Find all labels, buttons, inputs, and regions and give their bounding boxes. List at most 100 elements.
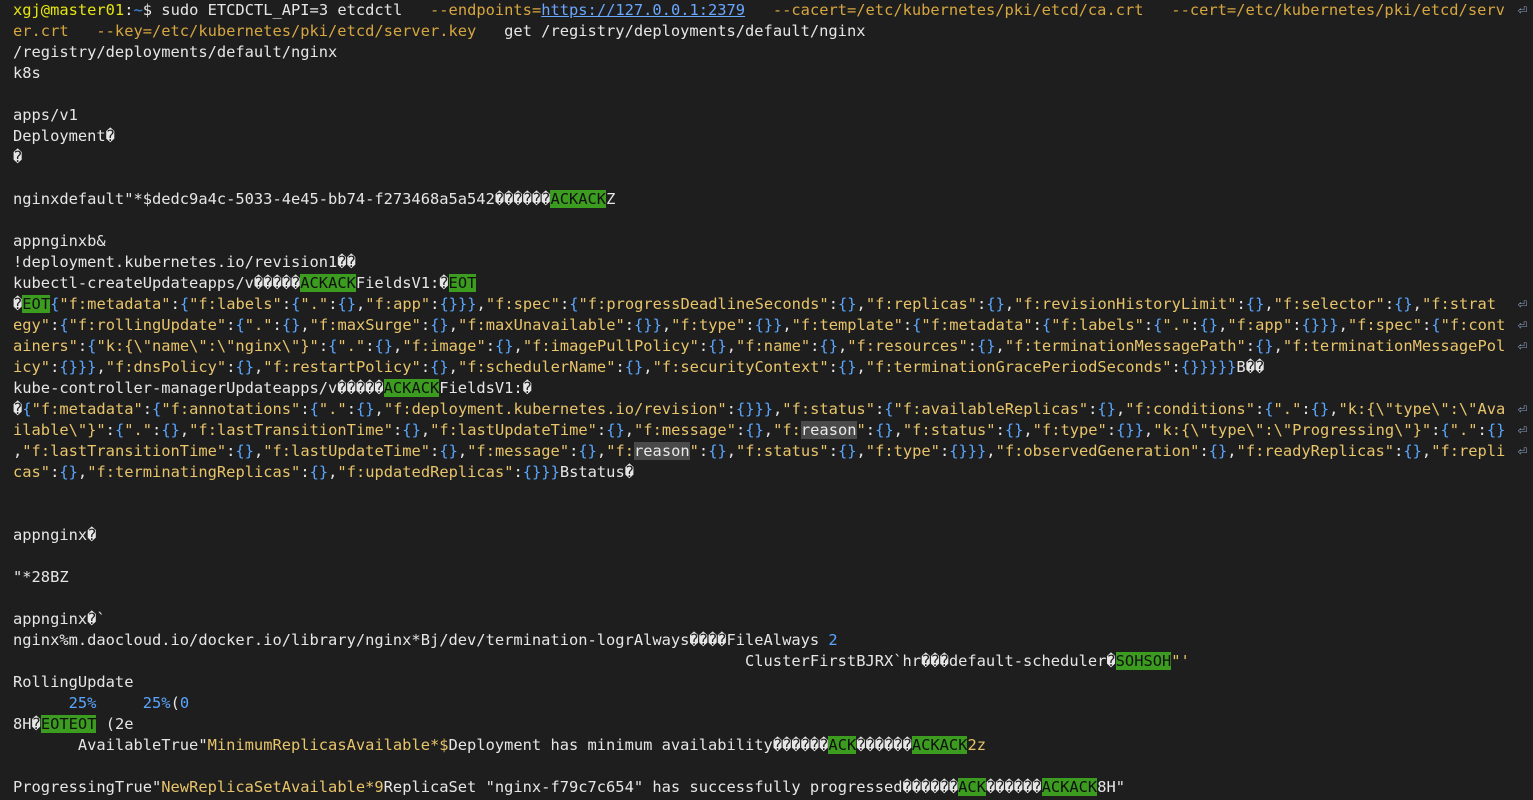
terminal-text: "." [1162,316,1191,334]
terminal-text: {}}} [949,442,987,460]
terminal-line: �{"f:metadata":{"f:annotations":{".":{},… [13,399,1533,420]
terminal-text: apps/v1 [13,106,78,124]
terminal-text: : [995,421,1005,439]
terminal-line: !deployment.kubernetes.io/revision1�� [13,252,1533,273]
terminal-text: {} [1004,421,1024,439]
terminal-text: : [346,400,356,418]
terminal-text: "f:labels" [1051,316,1144,334]
terminal-text: {} [1310,400,1330,418]
control-char-badge: ACK [828,736,857,754]
terminal-text: "f:strat [1421,295,1497,313]
terminal-line: Deployment� [13,126,1533,147]
terminal-output[interactable]: xgj@master01: ~$ sudo ETCDCTL_API=3 etcdc… [0,0,1533,800]
terminal-text: "." [1449,421,1478,439]
terminal-line: "*28BZ [13,567,1533,588]
terminal-text: , [1023,421,1033,439]
terminal-text: AvailableTrue" [13,736,208,754]
terminal-text: "." [318,400,347,418]
terminal-text: { [1264,400,1274,418]
terminal-text: 25% [68,694,97,712]
terminal-text: {} [1394,295,1413,313]
terminal-text: {}}} [59,358,97,376]
terminal-line: appnginx� [13,525,1533,546]
terminal-text: , [856,358,866,376]
terminal-text: , [300,316,310,334]
terminal-text: {} [837,295,857,313]
terminal-text: , [179,421,190,439]
terminal-text: , [77,463,88,481]
terminal-line: cas":{},"f:terminatingReplicas":{},"f:up… [13,462,1533,483]
terminal-text: : [1477,421,1487,439]
terminal-text: {}} [1116,421,1144,439]
terminal-text: 2 [828,631,838,649]
terminal-text: {}}}}} [1180,358,1237,376]
terminal-text: {} [578,442,597,460]
terminal-text: { [569,295,579,313]
terminal-line: ilable\"}":{".":{},"f:lastTransitionTime… [13,420,1533,441]
terminal-text: $ sudo ETCDCTL_API=3 etcdctl [142,1,431,19]
terminal-text: --endpoints= [430,1,542,19]
terminal-text: "f:message" [467,442,570,460]
terminal-line: ainers":{"k:{\"name\":\"nginx\"}":{".":{… [13,336,1533,357]
terminal-text: "f:revisionHistoryLimit" [1014,295,1237,313]
terminal-text: (2e [96,715,134,733]
terminal-text: "*28BZ [13,568,69,586]
terminal-text: {}} [634,316,662,334]
terminal-text: {} [1208,442,1228,460]
terminal-text: ilable\"}" [13,421,106,439]
terminal-text: "f:spec" [1347,316,1422,334]
terminal-text: : [1245,337,1256,355]
control-char-badge: EOT [68,715,97,733]
control-char-badge: ACK [383,379,412,397]
terminal-text: : [1236,295,1246,313]
terminal-line: egy":{"f:rollingUpdate":{".":{},"f:maxSu… [13,315,1533,336]
terminal-text: "f:app" [365,295,431,313]
terminal-text: , [643,358,653,376]
terminal-text: , [1004,295,1015,313]
terminal-text: icy" [13,358,51,376]
terminal-text: "f:type" [1032,421,1107,439]
terminal-text: "f:availableReplicas" [893,400,1089,418]
terminal-text: ClusterFirstBJRX`hr���default-scheduler� [13,652,1116,670]
terminal-text: {} [624,358,644,376]
terminal-text: , [726,337,736,355]
terminal-text[interactable]: https://127.0.0.1:2379 [541,1,745,19]
search-highlight: reason [800,421,857,439]
terminal-text: {} [281,316,301,334]
terminal-line: kube-controller-managerUpdateapps/v�����… [13,378,1533,399]
terminal-text: "f:observedGeneration" [995,442,1200,460]
terminal-text: ~ [133,1,143,19]
terminal-text: : [77,337,88,355]
terminal-text: , [782,316,792,334]
terminal-text: {}} [754,316,783,334]
terminal-text: , [763,421,774,439]
terminal-text: ������ [856,736,912,754]
terminal-text: Bstatus� [559,463,634,481]
terminal-text: , [1338,316,1348,334]
terminal-text: B�� [1236,358,1265,376]
terminal-text: xgj@master01 [13,1,125,19]
terminal-text: : [1032,316,1042,334]
terminal-text: "f:cont [1440,316,1506,334]
terminal-line: er.crt --key=/etc/kubernetes/pki/etcd/se… [13,21,1533,42]
terminal-text: kube-controller-managerUpdateapps/v����� [13,379,384,397]
terminal-text: {}}} [1301,316,1339,334]
terminal-text: "f:lastUpdateTime" [263,442,431,460]
terminal-text: "f:name" [736,337,811,355]
control-char-badge: ACK [328,274,356,292]
terminal-text: "' [1171,652,1190,670]
terminal-text: 0 [179,694,190,712]
terminal-text: appnginx� [13,526,97,544]
terminal-text: : [828,295,838,313]
terminal-line: �EOT{"f:metadata":{"f:labels":{".":{},"f… [13,294,1533,315]
terminal-text: , [1264,295,1274,313]
terminal-text: egy" [13,316,51,334]
terminal-text: : [281,295,292,313]
terminal-text: , [893,421,903,439]
terminal-text: "f:updatedReplicas" [337,463,514,481]
terminal-text: : [393,421,403,439]
terminal-text: "f:terminationMessagePol [1282,337,1506,355]
